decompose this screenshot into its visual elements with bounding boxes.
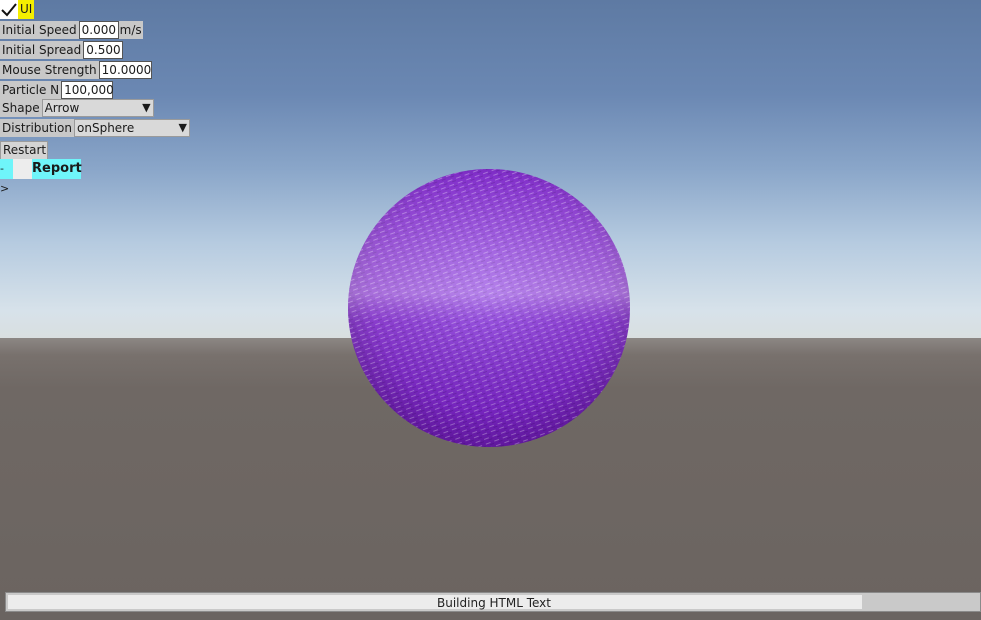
report-arrow-icon: -> bbox=[0, 159, 13, 195]
particle-n-row: Particle N 100,000 bbox=[0, 81, 114, 99]
shape-label: Shape bbox=[0, 99, 42, 117]
mouse-strength-input[interactable]: 10.0000 bbox=[98, 61, 152, 79]
report-button[interactable]: Report bbox=[32, 159, 82, 179]
initial-spread-label: Initial Spread bbox=[0, 41, 84, 59]
progress-text: Building HTML Text bbox=[437, 596, 551, 610]
distribution-row: Distribution onSphere ▼ bbox=[0, 119, 191, 137]
particle-n-label: Particle N bbox=[0, 81, 62, 99]
shape-selected-value: Arrow bbox=[44, 101, 80, 115]
initial-speed-row: Initial Speed 0.000 m/s bbox=[0, 21, 143, 39]
initial-spread-input[interactable]: 0.500 bbox=[83, 41, 124, 59]
dropdown-arrow-icon: ▼ bbox=[142, 101, 151, 114]
checkmark-icon[interactable] bbox=[0, 0, 18, 19]
ui-toggle[interactable]: UI bbox=[0, 0, 35, 19]
progress-bar: Building HTML Text bbox=[5, 592, 981, 612]
mouse-strength-row: Mouse Strength 10.0000 bbox=[0, 61, 152, 79]
particle-n-input[interactable]: 100,000 bbox=[61, 81, 114, 99]
shape-dropdown[interactable]: Arrow ▼ bbox=[41, 99, 154, 117]
restart-button[interactable]: Restart bbox=[0, 141, 48, 160]
report-toggle[interactable]: -> Report bbox=[0, 159, 82, 195]
distribution-dropdown[interactable]: onSphere ▼ bbox=[74, 119, 191, 137]
initial-speed-input[interactable]: 0.000 bbox=[78, 21, 119, 39]
particle-sphere bbox=[347, 168, 631, 448]
ui-toggle-label: UI bbox=[18, 0, 35, 19]
initial-speed-label: Initial Speed bbox=[0, 21, 79, 39]
scene-viewport[interactable] bbox=[0, 0, 981, 620]
shape-row: Shape Arrow ▼ bbox=[0, 99, 154, 117]
distribution-label: Distribution bbox=[0, 119, 75, 137]
report-checkbox[interactable] bbox=[13, 159, 32, 179]
particle-sphere-graphic bbox=[348, 169, 630, 447]
distribution-selected-value: onSphere bbox=[77, 121, 135, 135]
dropdown-arrow-icon: ▼ bbox=[178, 121, 188, 134]
initial-speed-unit: m/s bbox=[118, 21, 143, 39]
initial-spread-row: Initial Spread 0.500 bbox=[0, 41, 124, 59]
mouse-strength-label: Mouse Strength bbox=[0, 61, 99, 79]
